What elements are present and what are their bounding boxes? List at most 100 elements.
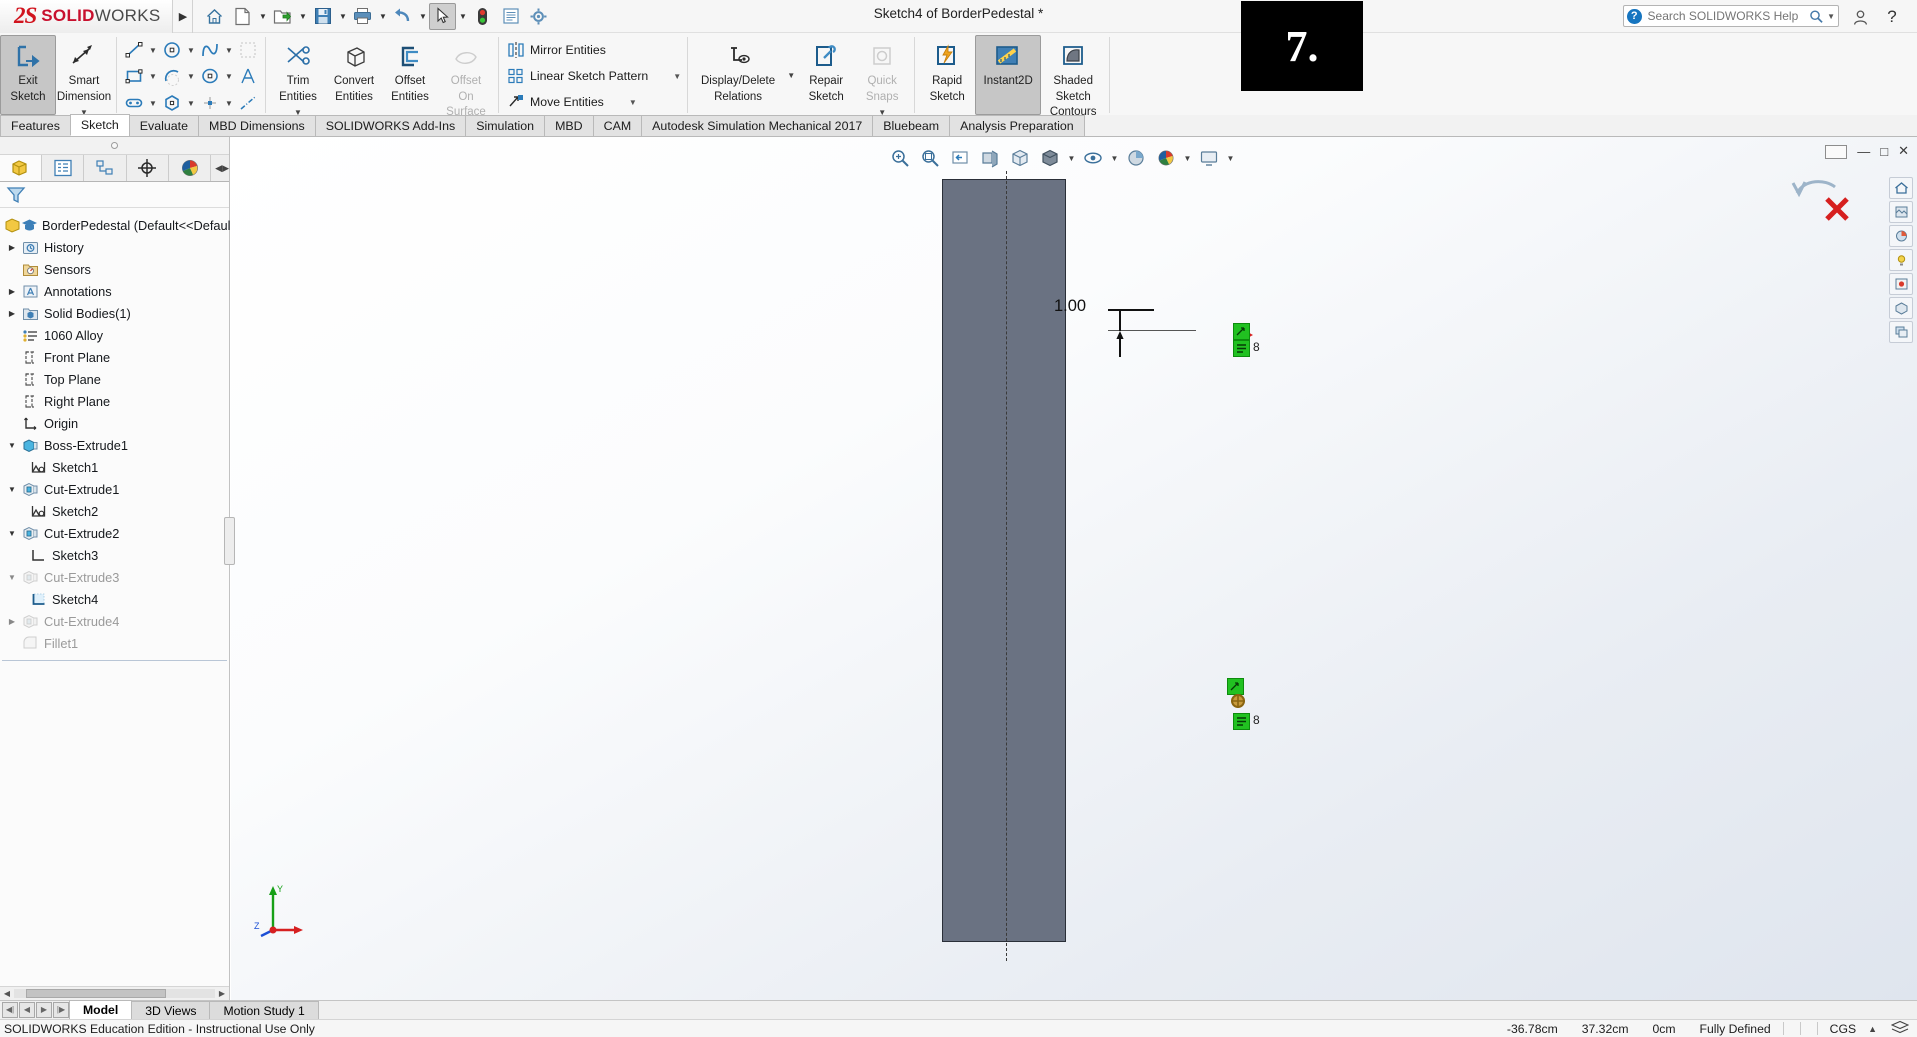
display-states-icon[interactable] (1889, 321, 1913, 343)
panel-tab-scroll-arrows[interactable]: ◀▶ (211, 155, 229, 181)
last-tab-button[interactable]: |▶ (53, 1001, 69, 1018)
display-style-caret[interactable]: ▼ (1066, 145, 1077, 171)
search-caret[interactable]: ▼ (1827, 12, 1835, 21)
tree-item-annotations[interactable]: ▶ Annotations (0, 280, 229, 302)
tree-expander[interactable]: ▶ (4, 309, 20, 318)
tree-item-right-plane[interactable]: Right Plane (0, 390, 229, 412)
save-caret[interactable]: ▼ (337, 3, 348, 30)
middle-sketch-point-marker[interactable] (1227, 690, 1251, 714)
tree-item-cut-extrude2[interactable]: ▼ Cut-Extrude2 (0, 522, 229, 544)
tree-item-sketch3[interactable]: Sketch3 (0, 544, 229, 566)
open-document-caret[interactable]: ▼ (297, 3, 308, 30)
polygon-tool-caret[interactable]: ▼ (185, 90, 197, 116)
open-document-button[interactable] (269, 3, 296, 30)
offset-on-surface-button[interactable]: Offset On Surface (438, 35, 494, 120)
tree-item-cut-extrude3[interactable]: ▼ Cut-Extrude3 (0, 566, 229, 588)
home-button[interactable] (201, 3, 228, 30)
tree-item-history[interactable]: ▶ History (0, 236, 229, 258)
rectangle-tool-caret[interactable]: ▼ (147, 63, 159, 89)
next-tab-button[interactable]: ▶ (36, 1001, 52, 1018)
tab-bluebeam[interactable]: Bluebeam (872, 115, 951, 136)
user-account-icon[interactable] (1849, 6, 1871, 28)
feature-manager-tab[interactable] (0, 155, 43, 181)
maximize-icon[interactable]: □ (1880, 144, 1888, 159)
bottom-tab-3d-views[interactable]: 3D Views (131, 1001, 211, 1019)
tab-analysis-preparation[interactable]: Analysis Preparation (949, 115, 1085, 136)
menu-expand-arrow[interactable]: ▶ (173, 0, 194, 33)
spline-tool-button[interactable] (197, 37, 223, 63)
move-entities-button[interactable]: Move Entities ▼ (503, 89, 641, 115)
tree-item-front-plane[interactable]: Front Plane (0, 346, 229, 368)
tree-expander[interactable]: ▼ (4, 441, 20, 450)
tree-horizontal-scrollbar[interactable]: ◀ ▶ (0, 986, 229, 1000)
minimize-icon[interactable]: — (1857, 144, 1870, 159)
ellipse-tool-caret[interactable]: ▼ (223, 63, 235, 89)
section-view-button[interactable] (976, 145, 1004, 171)
scroll-left-arrow[interactable]: ◀ (0, 989, 14, 998)
line-tool-caret[interactable]: ▼ (147, 37, 159, 63)
view-orientation-button[interactable] (1006, 145, 1034, 171)
view-settings-caret[interactable]: ▼ (1225, 145, 1236, 171)
quick-snaps-button[interactable]: Quick Snaps ▼ (854, 35, 910, 121)
dimxpert-manager-tab[interactable] (127, 155, 169, 181)
decals-icon[interactable] (1889, 273, 1913, 295)
select-caret[interactable]: ▼ (457, 3, 468, 30)
appearances-icon[interactable] (1889, 201, 1913, 223)
relation-badge-middle-2[interactable] (1233, 713, 1250, 730)
tree-rollback-bar[interactable] (2, 660, 227, 661)
feature-filter-bar[interactable] (0, 182, 229, 208)
configuration-manager-tab[interactable] (84, 155, 127, 181)
repair-sketch-button[interactable]: Repair Sketch (798, 35, 854, 115)
linear-sketch-pattern-caret[interactable]: ▼ (653, 72, 681, 81)
panel-collapse-bar[interactable] (0, 137, 229, 155)
arc-tool-caret[interactable]: ▼ (185, 63, 197, 89)
tree-item-sketch2[interactable]: Sketch2 (0, 500, 229, 522)
text-tool-button[interactable] (235, 63, 261, 89)
display-manager-tab[interactable] (169, 155, 212, 181)
rectangle-tool-button[interactable] (121, 63, 147, 89)
polygon-tool-button[interactable] (159, 90, 185, 116)
relation-badge-top-2[interactable] (1233, 340, 1250, 357)
tree-expander[interactable]: ▼ (4, 529, 20, 538)
sketch-confirm-corner[interactable] (1791, 171, 1853, 223)
scroll-track[interactable] (14, 989, 215, 998)
print-caret[interactable]: ▼ (377, 3, 388, 30)
save-button[interactable] (309, 3, 336, 30)
hide-show-items-button[interactable] (1079, 145, 1107, 171)
circle-tool-button[interactable] (159, 37, 185, 63)
graphics-viewport[interactable]: ▼ ▼ ▼ ▼ — □ ✕ 1.00 8 8 Y Z (231, 137, 1917, 1000)
shaded-sketch-contours-button[interactable]: Shaded Sketch Contours (1041, 35, 1105, 120)
instant2d-button[interactable]: Instant2D (975, 35, 1042, 115)
tab-features[interactable]: Features (0, 115, 71, 136)
tree-expander[interactable]: ▶ (4, 243, 20, 252)
file-properties-button[interactable] (497, 3, 524, 30)
tree-item-cut-extrude4[interactable]: ▶ Cut-Extrude4 (0, 610, 229, 632)
smart-dimension-button[interactable]: Smart Dimension ▼ (56, 35, 112, 121)
slot-tool-button[interactable] (121, 90, 147, 116)
apply-scene-button[interactable] (1152, 145, 1180, 171)
relation-badge-top-1[interactable] (1233, 323, 1250, 340)
bottom-tab-motion-study[interactable]: Motion Study 1 (209, 1001, 319, 1019)
tab-mbd-dimensions[interactable]: MBD Dimensions (198, 115, 316, 136)
convert-entities-button[interactable]: Convert Entities (326, 35, 382, 115)
tree-item-boss-extrude1[interactable]: ▼ Boss-Extrude1 (0, 434, 229, 456)
rapid-sketch-button[interactable]: Rapid Sketch (919, 35, 975, 115)
ellipse-tool-button[interactable] (197, 63, 223, 89)
linear-sketch-pattern-button[interactable]: Linear Sketch Pattern ▼ (503, 63, 685, 89)
tree-item-solid-bodies[interactable]: ▶ Solid Bodies(1) (0, 302, 229, 324)
mirror-entities-button[interactable]: Mirror Entities (503, 37, 610, 63)
tree-item-sketch4[interactable]: Sketch4 (0, 588, 229, 610)
tree-expander[interactable]: ▶ (4, 287, 20, 296)
view-home-icon[interactable] (1889, 177, 1913, 199)
undo-caret[interactable]: ▼ (417, 3, 428, 30)
part-body[interactable] (942, 179, 1066, 942)
view-settings-button[interactable] (1195, 145, 1223, 171)
close-icon[interactable]: ✕ (1898, 143, 1909, 159)
scroll-right-arrow[interactable]: ▶ (215, 989, 229, 998)
new-document-button[interactable] (229, 3, 256, 30)
exit-sketch-button[interactable]: Exit Sketch (0, 35, 56, 115)
tree-item-part[interactable]: BorderPedestal (Default<<Defaul (0, 214, 231, 236)
help-search-box[interactable]: ? ▼ (1623, 5, 1839, 27)
tree-item-sketch1[interactable]: Sketch1 (0, 456, 229, 478)
tree-expander[interactable]: ▼ (4, 485, 20, 494)
